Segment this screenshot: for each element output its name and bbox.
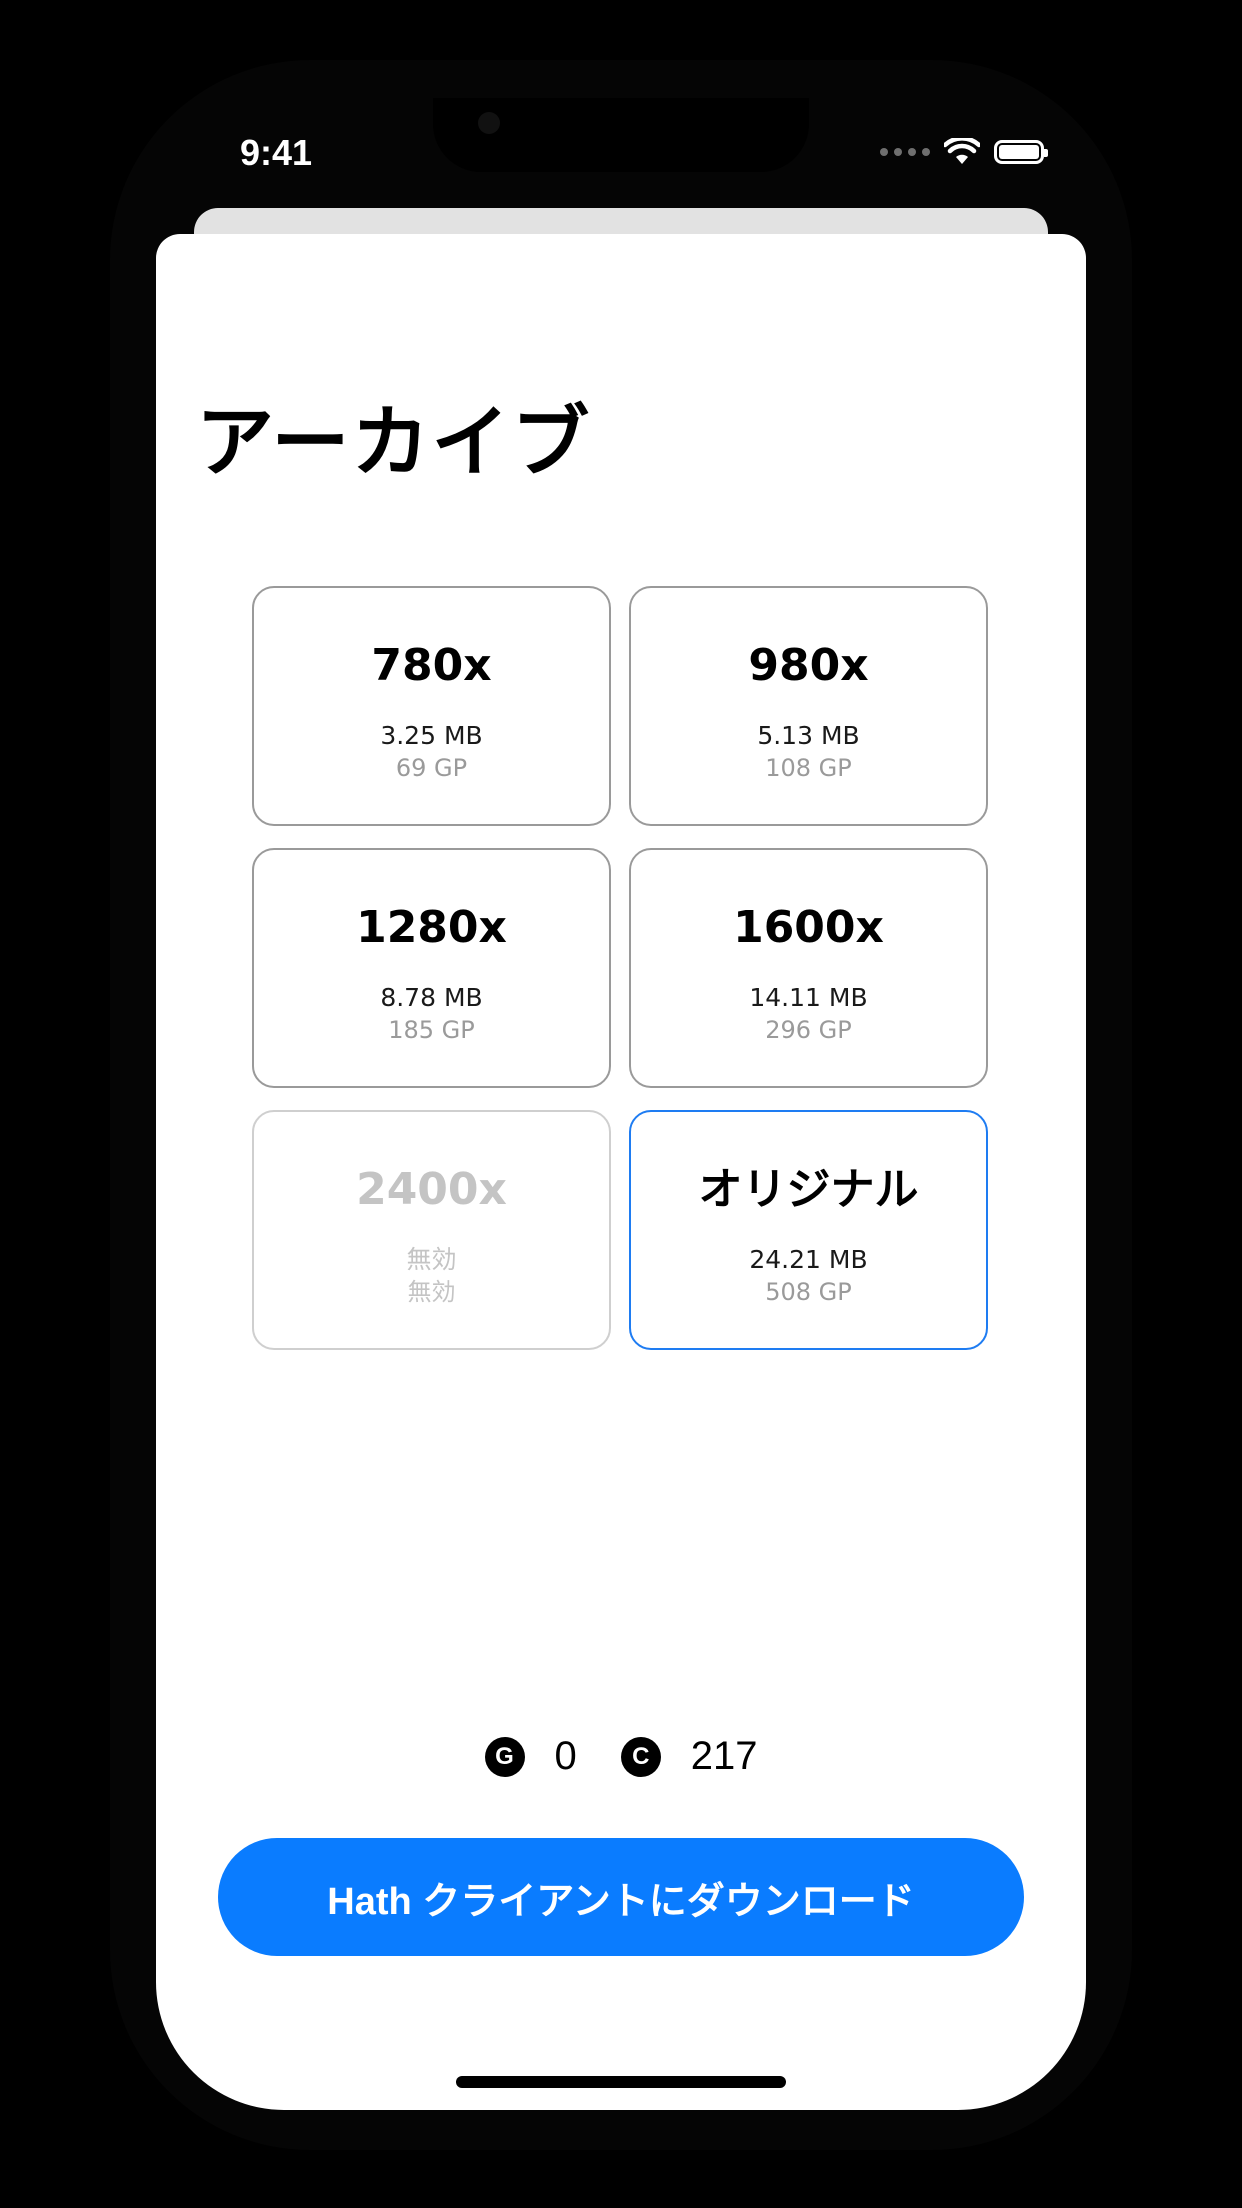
option-cost: 185 GP (388, 1016, 475, 1044)
option-size: 5.13 MB (757, 721, 860, 750)
archive-sheet: アーカイブ 780x 3.25 MB 69 GP 980x 5.13 MB 10… (156, 234, 1086, 2110)
option-cost: 108 GP (765, 754, 852, 782)
option-2400x: 2400x 無効 無効 (252, 1110, 611, 1350)
signal-icon (880, 148, 930, 156)
page-title: アーカイブ (196, 398, 592, 488)
option-resolution: 1280x (356, 902, 507, 953)
option-size: 24.21 MB (749, 1245, 868, 1274)
credits-balance: C 217 (620, 1734, 758, 1779)
option-size: 無効 (406, 1245, 457, 1274)
download-to-hath-button[interactable]: Hath クライアントにダウンロード (218, 1838, 1024, 1956)
option-resolution: オリジナル (698, 1164, 919, 1215)
option-size: 3.25 MB (380, 721, 483, 750)
gp-value: 0 (554, 1734, 577, 1778)
option-resolution: 980x (748, 640, 869, 691)
credits-coin-icon: C (620, 1736, 661, 1777)
camera-dot (478, 112, 500, 134)
device-frame: 9:41 アーカイブ 780x 3.25 MB 69 GP 980x 5.13 … (0, 0, 1242, 2208)
option-cost: 無効 (407, 1278, 456, 1306)
option-size: 14.11 MB (749, 983, 868, 1012)
option-1280x[interactable]: 1280x 8.78 MB 185 GP (252, 848, 611, 1088)
option-resolution: 1600x (733, 902, 884, 953)
option-1600x[interactable]: 1600x 14.11 MB 296 GP (629, 848, 988, 1088)
option-size: 8.78 MB (380, 983, 483, 1012)
option-cost: 508 GP (765, 1278, 852, 1306)
currency-balance: G 0 C 217 (156, 1734, 1086, 1779)
option-original[interactable]: オリジナル 24.21 MB 508 GP (629, 1110, 988, 1350)
option-cost: 69 GP (395, 754, 468, 782)
home-indicator[interactable] (456, 2076, 786, 2088)
option-resolution: 780x (371, 640, 492, 691)
status-time: 9:41 (240, 132, 313, 173)
battery-icon (994, 140, 1048, 164)
wifi-icon (944, 138, 980, 164)
credits-value: 217 (690, 1734, 758, 1778)
option-980x[interactable]: 980x 5.13 MB 108 GP (629, 586, 988, 826)
option-780x[interactable]: 780x 3.25 MB 69 GP (252, 586, 611, 826)
gp-balance: G 0 (484, 1734, 577, 1779)
status-icons (880, 138, 1048, 166)
gp-coin-icon: G (484, 1736, 525, 1777)
option-cost: 296 GP (765, 1016, 852, 1044)
option-resolution: 2400x (356, 1164, 507, 1215)
notch (433, 98, 809, 172)
resolution-grid: 780x 3.25 MB 69 GP 980x 5.13 MB 108 GP 1… (252, 586, 988, 1350)
